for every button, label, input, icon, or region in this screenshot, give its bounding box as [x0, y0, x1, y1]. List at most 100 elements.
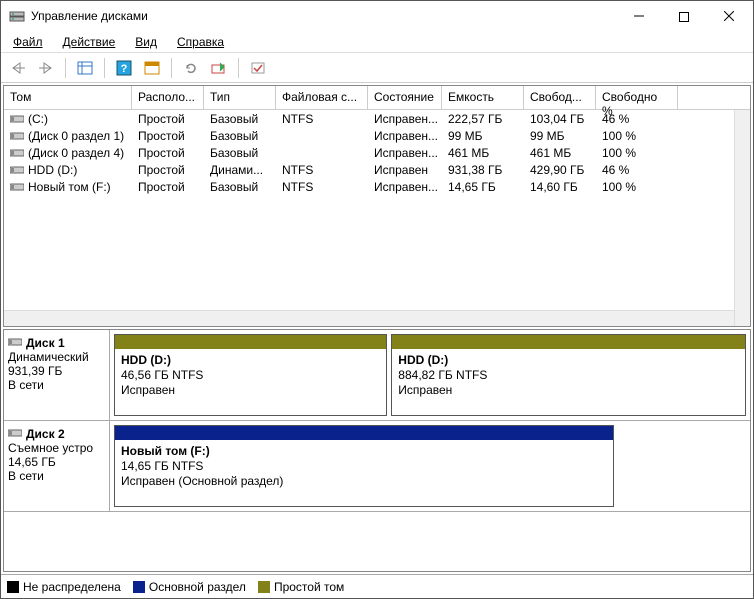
- cell: (Диск 0 раздел 4): [4, 146, 132, 160]
- disk-info: Диск 2Съемное устро14,65 ГБВ сети: [4, 421, 110, 511]
- legend-item: Простой том: [258, 580, 344, 594]
- cell: 222,57 ГБ: [442, 112, 524, 126]
- menu-action[interactable]: Действие: [59, 33, 120, 51]
- disk-row[interactable]: Диск 2Съемное устро14,65 ГБВ сетиНовый т…: [4, 421, 750, 512]
- legend-item: Не распределена: [7, 580, 121, 594]
- volume-list-header[interactable]: Том Располо... Тип Файловая с... Состоян…: [4, 86, 750, 110]
- volume-icon: [10, 165, 24, 175]
- cell: 99 МБ: [524, 129, 596, 143]
- window-controls: [616, 2, 751, 31]
- minimize-button[interactable]: [616, 2, 661, 31]
- cell: Исправен...: [368, 180, 442, 194]
- col-volume[interactable]: Том: [4, 86, 132, 109]
- cell: Базовый: [204, 180, 276, 194]
- table-row[interactable]: Новый том (F:)ПростойБазовыйNTFSИсправен…: [4, 178, 750, 195]
- app-icon: [9, 8, 25, 24]
- col-type[interactable]: Тип: [204, 86, 276, 109]
- titlebar[interactable]: Управление дисками: [1, 1, 753, 31]
- cell: (C:): [4, 112, 132, 126]
- partition-box[interactable]: HDD (D:)884,82 ГБ NTFSИсправен: [391, 334, 746, 416]
- disk-info: Диск 1Динамический931,39 ГБВ сети: [4, 330, 110, 420]
- cell: Базовый: [204, 112, 276, 126]
- properties-icon[interactable]: [247, 57, 269, 79]
- h-scrollbar[interactable]: [4, 310, 734, 326]
- disk-parts: Новый том (F:)14,65 ГБ NTFSИсправен (Осн…: [110, 421, 750, 511]
- volume-icon: [10, 182, 24, 192]
- menubar: Файл Действие Вид Справка: [1, 31, 753, 53]
- cell: Новый том (F:): [4, 180, 132, 194]
- cell: 931,38 ГБ: [442, 163, 524, 177]
- cell: 461 МБ: [524, 146, 596, 160]
- cell: Исправен...: [368, 112, 442, 126]
- cell: Исправен...: [368, 146, 442, 160]
- cell: 100 %: [596, 180, 678, 194]
- cell: Простой: [132, 112, 204, 126]
- menu-help[interactable]: Справка: [173, 33, 228, 51]
- cell: (Диск 0 раздел 1): [4, 129, 132, 143]
- cell: HDD (D:): [4, 163, 132, 177]
- toolbar: ?: [1, 53, 753, 83]
- v-scrollbar[interactable]: [734, 110, 750, 326]
- refresh-icon[interactable]: [180, 57, 202, 79]
- disk-parts: HDD (D:)46,56 ГБ NTFSИсправенHDD (D:)884…: [110, 330, 750, 420]
- cell: 461 МБ: [442, 146, 524, 160]
- disk-management-window: Управление дисками Файл Действие Вид Спр…: [0, 0, 754, 599]
- view-graphical-icon[interactable]: [141, 57, 163, 79]
- back-button[interactable]: [7, 57, 29, 79]
- forward-button[interactable]: [35, 57, 57, 79]
- cell: Простой: [132, 146, 204, 160]
- col-fs[interactable]: Файловая с...: [276, 86, 368, 109]
- cell: 14,60 ГБ: [524, 180, 596, 194]
- legend-item: Основной раздел: [133, 580, 246, 594]
- cell: Базовый: [204, 146, 276, 160]
- col-capacity[interactable]: Емкость: [442, 86, 524, 109]
- partition-box[interactable]: HDD (D:)46,56 ГБ NTFSИсправен: [114, 334, 387, 416]
- partition-box[interactable]: Новый том (F:)14,65 ГБ NTFSИсправен (Осн…: [114, 425, 614, 507]
- disk-graphical-pane[interactable]: Диск 1Динамический931,39 ГБВ сетиHDD (D:…: [3, 329, 751, 572]
- cell: Простой: [132, 180, 204, 194]
- disk-row[interactable]: Диск 1Динамический931,39 ГБВ сетиHDD (D:…: [4, 330, 750, 421]
- menu-file[interactable]: Файл: [9, 33, 47, 51]
- table-row[interactable]: (Диск 0 раздел 1)ПростойБазовый Исправен.…: [4, 127, 750, 144]
- menu-view[interactable]: Вид: [131, 33, 161, 51]
- rescan-icon[interactable]: [208, 57, 230, 79]
- cell: 103,04 ГБ: [524, 112, 596, 126]
- cell: Базовый: [204, 129, 276, 143]
- close-button[interactable]: [706, 2, 751, 31]
- volume-icon: [10, 148, 24, 158]
- cell: Простой: [132, 163, 204, 177]
- svg-text:?: ?: [121, 63, 128, 75]
- help-icon[interactable]: ?: [113, 57, 135, 79]
- cell: 100 %: [596, 146, 678, 160]
- view-list-icon[interactable]: [74, 57, 96, 79]
- volume-icon: [10, 114, 24, 124]
- cell: 46 %: [596, 163, 678, 177]
- disk-icon: [8, 336, 22, 350]
- window-title: Управление дисками: [31, 9, 616, 23]
- disk-icon: [8, 427, 22, 441]
- col-free[interactable]: Свобод...: [524, 86, 596, 109]
- cell: 46 %: [596, 112, 678, 126]
- cell: 99 МБ: [442, 129, 524, 143]
- cell: NTFS: [276, 163, 368, 177]
- cell: Простой: [132, 129, 204, 143]
- cell: 429,90 ГБ: [524, 163, 596, 177]
- cell: NTFS: [276, 180, 368, 194]
- legend: Не распределена Основной раздел Простой то…: [1, 574, 753, 598]
- maximize-button[interactable]: [661, 2, 706, 31]
- table-row[interactable]: (C:)ПростойБазовыйNTFSИсправен...222,57 …: [4, 110, 750, 127]
- cell: Исправен: [368, 163, 442, 177]
- cell: Исправен...: [368, 129, 442, 143]
- col-freepct[interactable]: Свободно %: [596, 86, 678, 109]
- cell: NTFS: [276, 112, 368, 126]
- cell: 14,65 ГБ: [442, 180, 524, 194]
- volume-list-pane: Том Располо... Тип Файловая с... Состоян…: [3, 85, 751, 327]
- cell: Динами...: [204, 163, 276, 177]
- table-row[interactable]: (Диск 0 раздел 4)ПростойБазовый Исправен.…: [4, 144, 750, 161]
- col-status[interactable]: Состояние: [368, 86, 442, 109]
- content-area: Том Располо... Тип Файловая с... Состоян…: [1, 83, 753, 598]
- col-layout[interactable]: Располо...: [132, 86, 204, 109]
- volume-list-body[interactable]: (C:)ПростойБазовыйNTFSИсправен...222,57 …: [4, 110, 750, 326]
- cell: 100 %: [596, 129, 678, 143]
- table-row[interactable]: HDD (D:)ПростойДинами...NTFSИсправен931,…: [4, 161, 750, 178]
